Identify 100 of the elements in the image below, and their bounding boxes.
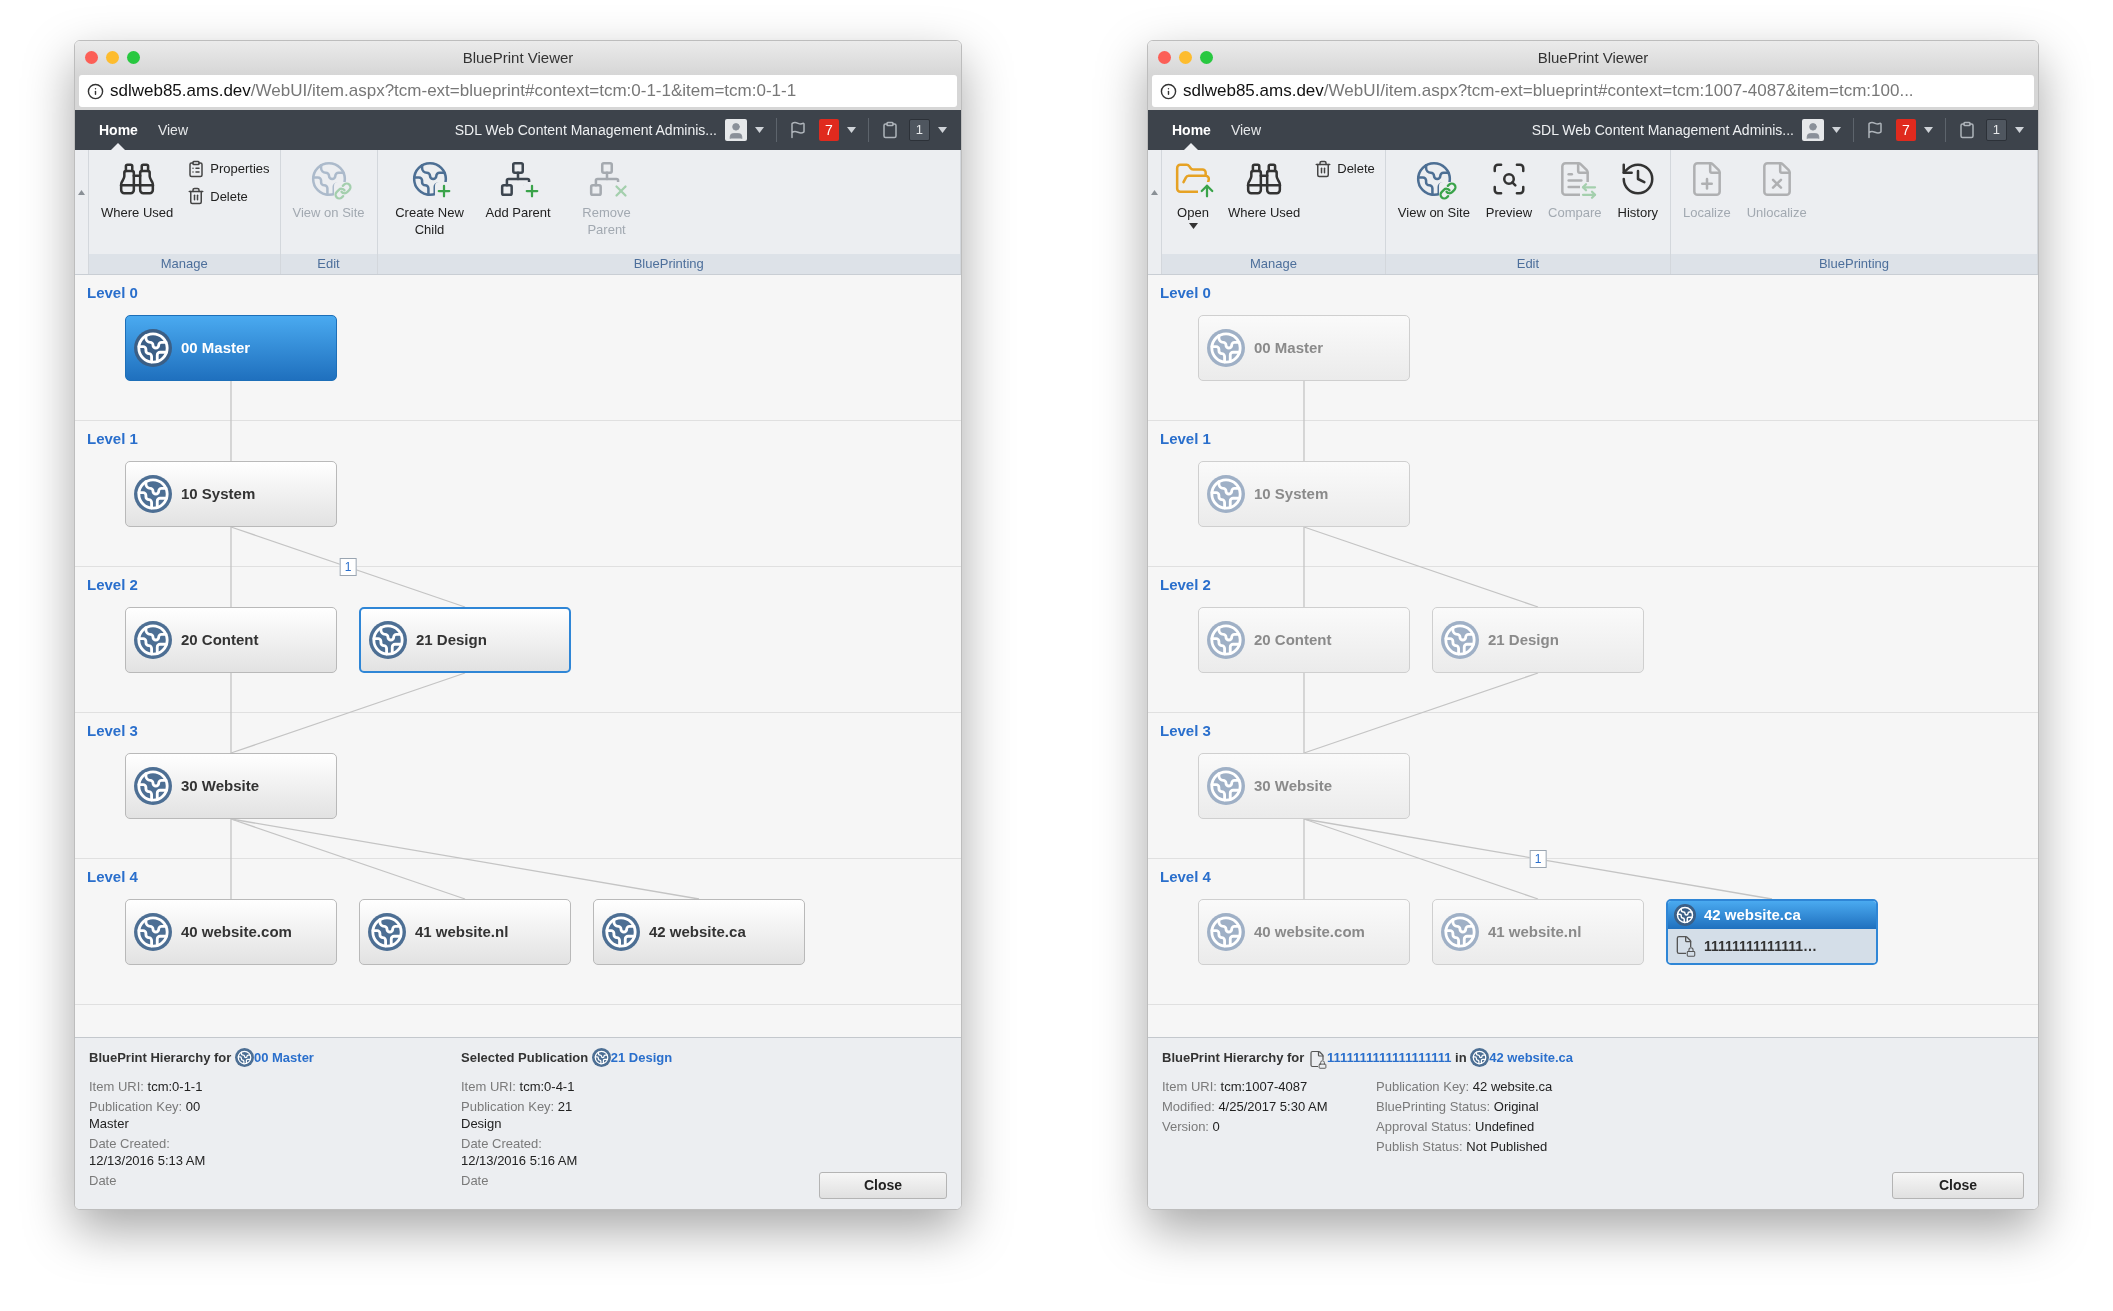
notification-badge[interactable]: 7 — [1895, 119, 1916, 141]
trash-icon — [187, 187, 206, 206]
ribbon-button[interactable]: Where Used — [1222, 156, 1307, 221]
info-field: BluePrinting Status: Original — [1376, 1098, 1576, 1115]
user-name[interactable]: SDL Web Content Management Adminis... — [1531, 119, 1794, 141]
nav-tab[interactable]: View — [147, 110, 198, 150]
level-label: Level 2 — [87, 576, 138, 593]
globe-icon — [134, 329, 172, 367]
clipboard-icon[interactable] — [1957, 121, 1976, 139]
button-label: Open — [1177, 204, 1209, 221]
button-label: History — [1617, 204, 1659, 221]
flag-icon[interactable] — [1865, 121, 1884, 139]
address-field[interactable]: sdlweb85.ams.dev/WebUI/item.aspx?tcm-ext=blueprint#context=tcm:0-1-1&item=tcm:0-1-1 — [79, 75, 957, 107]
publication-node[interactable]: 41 website.nl — [359, 899, 571, 965]
avatar-icon[interactable] — [1801, 119, 1824, 141]
info-field: Date Created: 12/13/2016 5:16 AM — [461, 1135, 596, 1169]
flag-icon[interactable] — [788, 121, 807, 139]
globe-icon — [591, 1048, 611, 1067]
ribbon-button[interactable]: Preview — [1479, 156, 1539, 221]
node-title: 20 Content — [1254, 629, 1332, 650]
level-label: Level 1 — [1160, 430, 1211, 447]
ribbon-button[interactable]: Create New Child — [383, 156, 476, 238]
publication-node[interactable]: 30 Website — [125, 753, 337, 819]
button-label: Where Used — [101, 204, 174, 221]
item-lock-icon — [1674, 935, 1696, 957]
level-label: Level 0 — [87, 284, 138, 301]
globe-icon — [369, 621, 407, 659]
binoculars-icon — [118, 160, 157, 198]
collapse-caret-icon[interactable] — [78, 190, 85, 195]
publication-node[interactable]: 42 website.ca — [593, 899, 805, 965]
globe-icon — [1441, 913, 1479, 951]
globe-icon — [1441, 621, 1479, 659]
zoom-window-icon[interactable] — [127, 51, 140, 64]
button-label: Localize — [1683, 204, 1731, 221]
clipboard-count[interactable]: 1 — [908, 119, 930, 141]
close-button[interactable]: Close — [819, 1172, 947, 1199]
level-label: Level 3 — [87, 722, 138, 739]
publication-link[interactable]: 42 website.ca — [1489, 1050, 1574, 1066]
node-title: 10 System — [181, 483, 256, 504]
notification-badge[interactable]: 7 — [818, 119, 839, 141]
info-field: Date — [89, 1172, 224, 1189]
group-label: Edit — [280, 254, 377, 274]
globe-icon — [134, 621, 172, 659]
globe-icon — [1207, 475, 1245, 513]
node-title: 30 Website — [181, 775, 260, 796]
globe-icon — [1207, 913, 1245, 951]
ribbon-button[interactable]: Delete — [183, 183, 274, 209]
button-label: Preview — [1485, 204, 1533, 221]
close-window-icon[interactable] — [1158, 51, 1171, 64]
ribbon-button[interactable]: History — [1611, 156, 1665, 221]
publication-link[interactable]: 00 Master — [253, 1050, 314, 1066]
address-field[interactable]: sdlweb85.ams.dev/WebUI/item.aspx?tcm-ext=blueprint#context=tcm:1007-4087&item=tcm:100... — [1152, 75, 2034, 107]
globe-icon — [134, 475, 172, 513]
caret-icon — [1831, 127, 1841, 133]
zoom-window-icon[interactable] — [1200, 51, 1213, 64]
ribbon-button[interactable]: Open — [1168, 156, 1218, 229]
caret-icon — [938, 127, 947, 133]
avatar-icon[interactable] — [724, 119, 747, 141]
caret-icon — [846, 127, 856, 133]
node-title: 00 Master — [181, 337, 251, 358]
close-button[interactable]: Close — [1892, 1172, 2024, 1199]
clipboard-count[interactable]: 1 — [1985, 119, 2007, 141]
nav-tab[interactable]: View — [1220, 110, 1271, 150]
button-label: Compare — [1548, 204, 1602, 221]
publication-node[interactable]: 21 Design — [359, 607, 571, 673]
hierarchy-plus-icon — [499, 160, 538, 198]
heading-text: BluePrint Hierarchy for — [89, 1050, 232, 1066]
button-label: View on Site — [1397, 204, 1470, 221]
info-field: Publication Key: 00 Master — [89, 1098, 224, 1132]
publication-node[interactable]: 20 Content — [125, 607, 337, 673]
clipboard-icon[interactable] — [880, 121, 899, 139]
level-label: Level 2 — [1160, 576, 1211, 593]
collapse-caret-icon[interactable] — [1151, 190, 1158, 195]
group-label: Edit — [1385, 254, 1671, 274]
info-field: Date — [461, 1172, 596, 1189]
info-field: Date Created: 12/13/2016 5:13 AM — [89, 1135, 224, 1169]
publication-node[interactable]: 40 website.com — [125, 899, 337, 965]
level-label: Level 0 — [1160, 284, 1211, 301]
link-count-badge: 1 — [1529, 850, 1547, 868]
item-lock-icon — [1307, 1049, 1327, 1069]
caret-icon — [1188, 223, 1198, 229]
group-label: Manage — [1162, 254, 1385, 274]
globe-icon — [134, 913, 172, 951]
item-link[interactable]: 1111111111111111111 — [1326, 1050, 1452, 1066]
publication-link[interactable]: 21 Design — [610, 1050, 673, 1066]
ribbon-button[interactable]: Properties — [183, 156, 274, 182]
publication-node[interactable]: 10 System — [125, 461, 337, 527]
user-name[interactable]: SDL Web Content Management Adminis... — [454, 119, 717, 141]
globe-icon — [134, 767, 172, 805]
heading-text: BluePrint Hierarchy for — [1162, 1050, 1305, 1066]
node-title: 30 Website — [1254, 775, 1333, 796]
window-title: BluePrint Viewer — [1537, 47, 1649, 68]
close-window-icon[interactable] — [85, 51, 98, 64]
node-title: 21 Design — [416, 629, 487, 650]
ribbon-button[interactable]: Add Parent — [479, 156, 557, 221]
globe-icon — [1470, 1048, 1490, 1067]
ribbon-button[interactable]: Where Used — [95, 156, 180, 221]
publication-node[interactable]: 00 Master — [125, 315, 337, 381]
publication-node[interactable]: 42 website.ca 11111111111111… — [1666, 899, 1878, 965]
ribbon-button[interactable]: Delete — [1310, 156, 1379, 182]
